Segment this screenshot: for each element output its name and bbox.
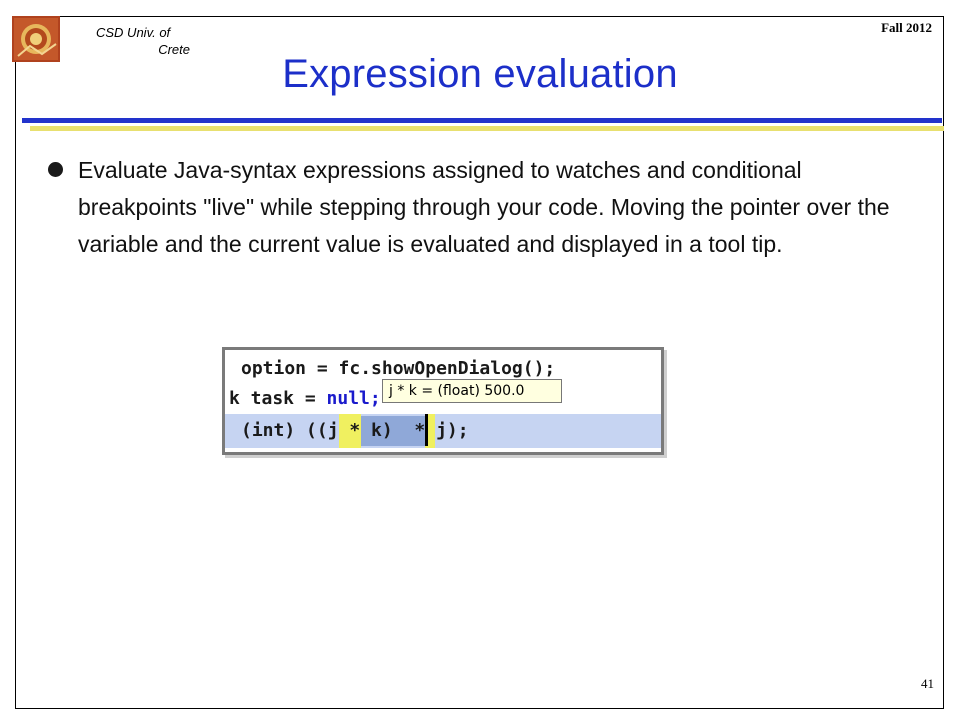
bullet-item: Evaluate Java-syntax expressions assigne… <box>48 152 908 263</box>
bullet-dot-icon <box>48 162 63 177</box>
page-number: 41 <box>921 676 934 691</box>
title-rule-blue <box>22 118 942 123</box>
evaluation-tooltip: j * k = (float) 500.0 <box>382 379 562 403</box>
term-label: Fall 2012 <box>881 20 932 35</box>
bullet-text: Evaluate Java-syntax expressions assigne… <box>78 157 890 257</box>
university-line-1: CSD Univ. of <box>96 25 171 40</box>
code-screenshot: option = fc.showOpenDialog(); k task = n… <box>222 347 664 455</box>
code-line-2-prefix: k task = <box>229 388 327 409</box>
title-rule-yellow <box>30 126 944 131</box>
text-caret <box>425 414 428 446</box>
code-keyword-null: null; <box>326 388 381 409</box>
code-line-3: (int) ((j * k) * j); <box>241 420 469 441</box>
code-line-2: k task = null; <box>229 384 381 414</box>
slide-title: Expression evaluation <box>282 52 678 96</box>
